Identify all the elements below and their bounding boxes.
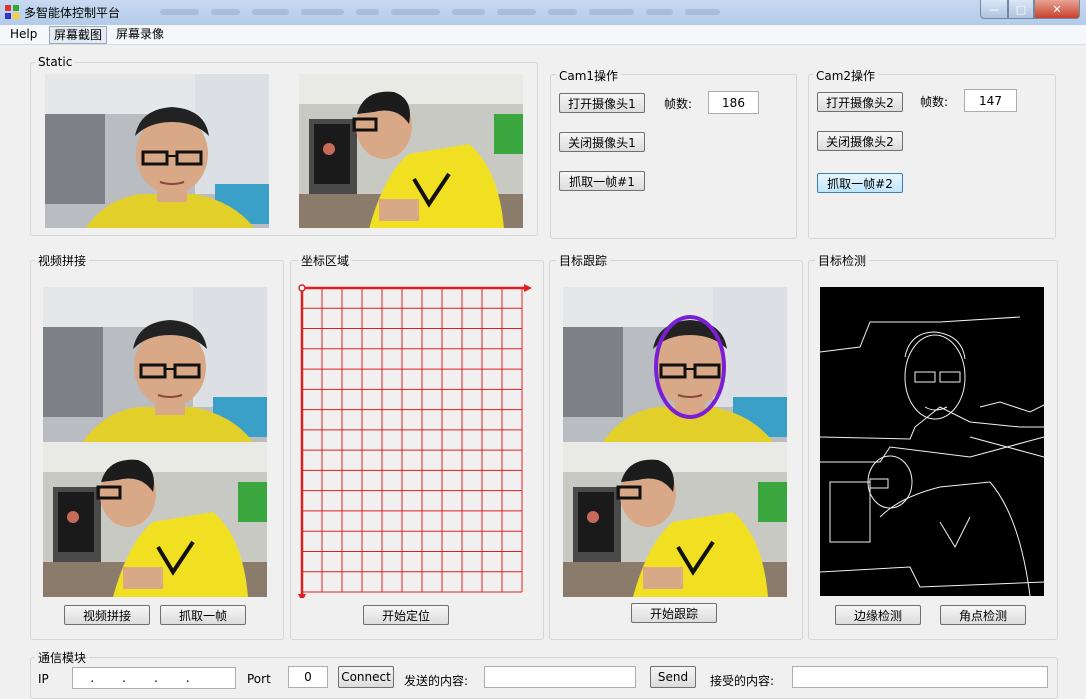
stitch-image-bottom	[43, 442, 267, 597]
menu-bar: Help 屏幕截图 屏幕录像	[0, 25, 1086, 45]
menu-screen-record[interactable]: 屏幕录像	[112, 26, 168, 42]
maximize-icon: □	[1015, 2, 1027, 16]
origin-marker	[298, 284, 306, 292]
tracking-group-label: 目标跟踪	[556, 252, 611, 269]
connect-button[interactable]: Connect	[338, 666, 394, 688]
cam2-frame-label: 帧数:	[920, 95, 949, 109]
ip-address-field[interactable]: ....	[72, 667, 236, 689]
title-bar: 多智能体控制平台 — □ ✕	[0, 0, 1086, 26]
edge-detection-image	[820, 287, 1044, 596]
port-field[interactable]: 0	[288, 666, 328, 688]
taskbar-ghost	[160, 9, 721, 18]
stitch-group-label: 视频拼接	[35, 252, 90, 269]
static-image-cam2	[299, 74, 523, 228]
stitch-image-top	[43, 287, 267, 442]
cam1-frame-label: 帧数:	[664, 97, 693, 111]
send-button[interactable]: Send	[650, 666, 696, 688]
ip-dots: ....	[90, 671, 218, 685]
video-stitch-button[interactable]: 视频拼接	[64, 605, 150, 625]
grab-frame-cam1-button[interactable]: 抓取一帧#1	[559, 171, 645, 191]
app-icon	[5, 5, 19, 19]
menu-screenshot[interactable]: 屏幕截图	[49, 26, 108, 44]
receive-content-field[interactable]	[792, 666, 1048, 688]
open-cam1-button[interactable]: 打开摄像头1	[559, 93, 645, 113]
y-axis-arrow-icon	[298, 594, 306, 598]
close-button[interactable]: ✕	[1034, 0, 1080, 19]
send-content-field[interactable]	[484, 666, 636, 688]
cam1-group-label: Cam1操作	[556, 67, 622, 84]
close-cam2-button[interactable]: 关闭摄像头2	[817, 131, 903, 151]
cam1-frame-count[interactable]: 186	[708, 91, 759, 114]
receive-content-label: 接受的内容:	[710, 674, 775, 688]
minimize-button[interactable]: —	[980, 0, 1008, 19]
menu-help[interactable]: Help	[6, 26, 41, 42]
ip-label: IP	[38, 672, 49, 686]
tracking-image-top	[563, 287, 787, 442]
cam2-frame-count[interactable]: 147	[964, 89, 1017, 112]
send-content-label: 发送的内容:	[404, 674, 469, 688]
grab-frame-button[interactable]: 抓取一帧	[160, 605, 246, 625]
comm-group-label: 通信模块	[35, 649, 90, 666]
maximize-button[interactable]: □	[1008, 0, 1034, 19]
edge-detect-button[interactable]: 边缘检测	[835, 605, 921, 625]
close-cam1-button[interactable]: 关闭摄像头1	[559, 132, 645, 152]
close-icon: ✕	[1052, 2, 1062, 16]
coordinate-grid[interactable]	[296, 282, 532, 598]
coords-group-label: 坐标区域	[298, 252, 353, 269]
grab-frame-cam2-button[interactable]: 抓取一帧#2	[817, 173, 903, 193]
x-axis-arrow-icon	[524, 284, 532, 292]
static-group-label: Static	[35, 55, 76, 69]
open-cam2-button[interactable]: 打开摄像头2	[817, 92, 903, 112]
corner-detect-button[interactable]: 角点检测	[940, 605, 1026, 625]
cam2-group-label: Cam2操作	[813, 67, 879, 84]
tracking-image-bottom	[563, 442, 787, 597]
static-image-cam1	[45, 74, 269, 228]
detect-group-label: 目标检测	[815, 252, 870, 269]
window-title: 多智能体控制平台	[24, 6, 121, 20]
port-label: Port	[247, 672, 271, 686]
start-locate-button[interactable]: 开始定位	[363, 605, 449, 625]
minimize-icon: —	[988, 2, 1000, 16]
start-tracking-button[interactable]: 开始跟踪	[631, 603, 717, 623]
